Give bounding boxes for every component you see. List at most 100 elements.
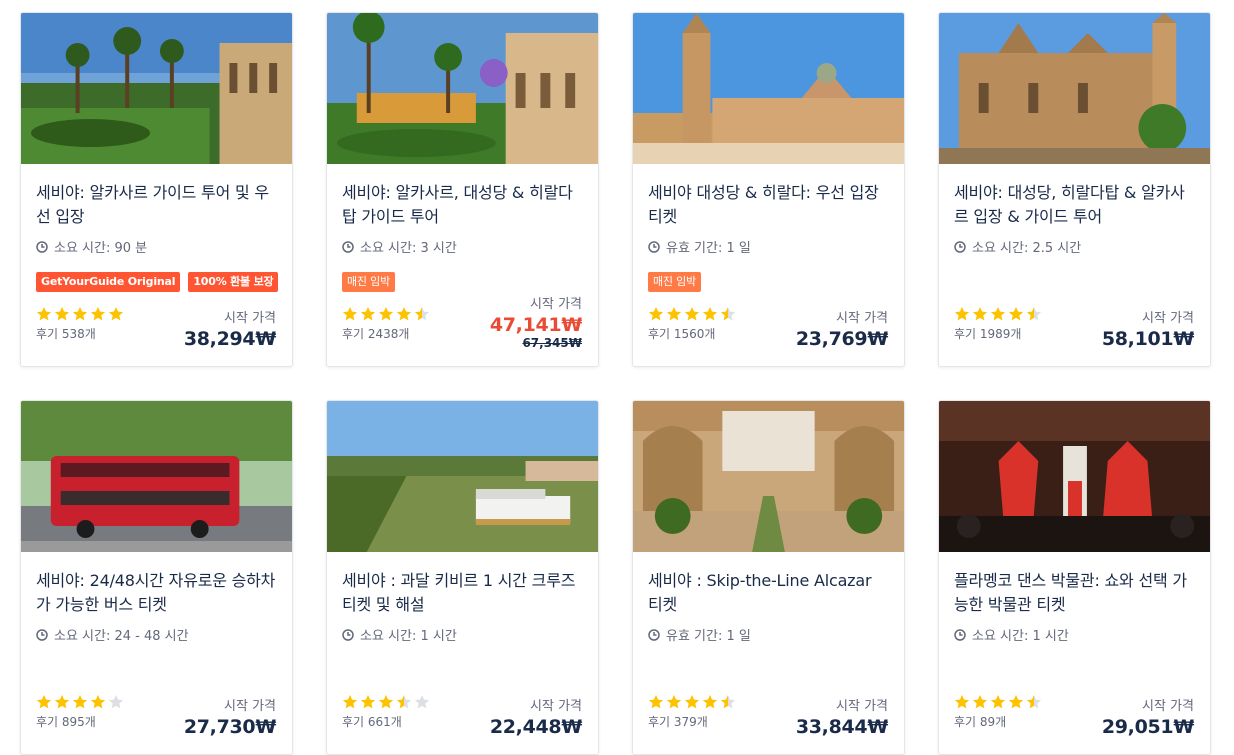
review-count: 후기 538개 bbox=[36, 327, 96, 341]
star-icon bbox=[360, 307, 376, 321]
star-icon bbox=[378, 307, 394, 321]
activity-card[interactable]: 세비야 : 과달 키비르 1 시간 크루즈 티켓 및 해설 소요 시간: 1 시… bbox=[326, 400, 599, 755]
activity-card[interactable]: 플라멩코 댄스 박물관: 쇼와 선택 가능한 박물관 티켓 소요 시간: 1 시… bbox=[938, 400, 1211, 755]
star-icon bbox=[342, 307, 358, 321]
activity-title[interactable]: 플라멩코 댄스 박물관: 쇼와 선택 가능한 박물관 티켓 bbox=[954, 569, 1196, 617]
star-icon bbox=[378, 695, 394, 709]
from-price-label: 시작 가격 bbox=[224, 311, 276, 326]
activity-card[interactable]: 세비야 대성당 & 히랄다: 우선 입장 티켓 유효 기간: 1 일 매진 임박… bbox=[632, 12, 905, 367]
star-rating bbox=[648, 694, 736, 712]
clock-icon bbox=[342, 628, 354, 641]
activity-card[interactable]: 세비야 : Skip-the-Line Alcazar 티켓 유효 기간: 1 … bbox=[632, 400, 905, 755]
activity-photo-alcazar-garden[interactable] bbox=[21, 13, 292, 164]
activity-photo-giralda[interactable] bbox=[633, 13, 904, 164]
price-block: 시작 가격 33,844₩ bbox=[796, 695, 888, 738]
activity-photo-river-cruise[interactable] bbox=[327, 401, 598, 552]
price-block: 시작 가격 23,769₩ bbox=[796, 307, 888, 350]
activity-card[interactable]: 세비야: 24/48시간 자유로운 승하차가 가능한 버스 티켓 소요 시간: … bbox=[20, 400, 293, 755]
validity-text: 유효 기간: 1 일 bbox=[666, 241, 751, 256]
sale-price: 47,141₩ bbox=[489, 314, 582, 336]
star-icon bbox=[1026, 307, 1042, 321]
rating: 후기 895개 bbox=[36, 694, 124, 730]
activity-card[interactable]: 세비야: 대성당, 히랄다탑 & 알카사르 입장 & 가이드 투어 소요 시간:… bbox=[938, 12, 1211, 367]
price: 27,730₩ bbox=[183, 716, 276, 738]
star-icon bbox=[954, 307, 970, 321]
star-icon bbox=[1008, 307, 1024, 321]
rating: 후기 1560개 bbox=[648, 306, 736, 342]
star-icon bbox=[1026, 695, 1042, 709]
from-price-label: 시작 가격 bbox=[1142, 311, 1194, 326]
star-icon bbox=[396, 307, 412, 321]
star-icon bbox=[72, 307, 88, 321]
star-icon bbox=[684, 307, 700, 321]
rating: 후기 1989개 bbox=[954, 306, 1042, 342]
activity-photo-flamenco[interactable] bbox=[939, 401, 1210, 552]
star-icon bbox=[972, 695, 988, 709]
rating: 후기 2438개 bbox=[342, 306, 430, 342]
star-rating bbox=[648, 306, 736, 324]
activity-card[interactable]: 세비야: 알카사르, 대성당 & 히랄다탑 가이드 투어 소요 시간: 3 시간… bbox=[326, 12, 599, 367]
activity-photo-bus[interactable] bbox=[21, 401, 292, 552]
duration: 소요 시간: 3 시간 bbox=[342, 237, 457, 256]
activity-title[interactable]: 세비야: 알카사르 가이드 투어 및 우선 입장 bbox=[36, 181, 278, 229]
star-icon bbox=[702, 695, 718, 709]
duration-text: 소요 시간: 2.5 시간 bbox=[972, 241, 1082, 256]
original-badge: GetYourGuide Original bbox=[36, 272, 181, 292]
star-icon bbox=[702, 307, 718, 321]
duration: 소요 시간: 2.5 시간 bbox=[954, 237, 1081, 256]
star-icon bbox=[414, 307, 430, 321]
price-block: 시작 가격 27,730₩ bbox=[184, 695, 276, 738]
star-icon bbox=[360, 695, 376, 709]
activity-title[interactable]: 세비야: 24/48시간 자유로운 승하차가 가능한 버스 티켓 bbox=[36, 569, 278, 617]
star-icon bbox=[342, 695, 358, 709]
rating: 후기 538개 bbox=[36, 306, 124, 342]
duration-text: 소요 시간: 24 - 48 시간 bbox=[54, 629, 189, 644]
activity-title[interactable]: 세비야 : Skip-the-Line Alcazar 티켓 bbox=[648, 569, 890, 617]
activity-card[interactable]: 세비야: 알카사르 가이드 투어 및 우선 입장 소요 시간: 90 분 Get… bbox=[20, 12, 293, 367]
star-icon bbox=[720, 695, 736, 709]
from-price-label: 시작 가격 bbox=[224, 699, 276, 714]
star-icon bbox=[684, 695, 700, 709]
review-count: 후기 379개 bbox=[648, 715, 708, 729]
clock-icon bbox=[36, 240, 48, 253]
duration-text: 소요 시간: 3 시간 bbox=[360, 241, 457, 256]
star-rating bbox=[342, 306, 430, 324]
price: 23,769₩ bbox=[795, 328, 888, 350]
validity-text: 유효 기간: 1 일 bbox=[666, 629, 751, 644]
star-icon bbox=[990, 695, 1006, 709]
clock-icon bbox=[954, 240, 966, 253]
from-price-label: 시작 가격 bbox=[1142, 699, 1194, 714]
duration: 소요 시간: 1 시간 bbox=[342, 625, 457, 644]
price-block: 시작 가격 22,448₩ bbox=[490, 695, 582, 738]
activity-photo-cathedral[interactable] bbox=[939, 13, 1210, 164]
activity-title[interactable]: 세비야: 알카사르, 대성당 & 히랄다탑 가이드 투어 bbox=[342, 181, 584, 229]
clock-icon bbox=[648, 240, 660, 253]
star-icon bbox=[720, 307, 736, 321]
validity: 유효 기간: 1 일 bbox=[648, 237, 751, 256]
star-icon bbox=[648, 695, 664, 709]
clock-icon bbox=[36, 628, 48, 641]
activity-title[interactable]: 세비야 대성당 & 히랄다: 우선 입장 티켓 bbox=[648, 181, 890, 229]
review-count: 후기 2438개 bbox=[342, 327, 410, 341]
star-icon bbox=[414, 695, 430, 709]
duration: 소요 시간: 90 분 bbox=[36, 237, 147, 256]
star-icon bbox=[648, 307, 664, 321]
review-count: 후기 1989개 bbox=[954, 327, 1022, 341]
star-icon bbox=[108, 695, 124, 709]
activity-title[interactable]: 세비야 : 과달 키비르 1 시간 크루즈 티켓 및 해설 bbox=[342, 569, 584, 617]
badge-group: GetYourGuide Original 100% 환불 보장 bbox=[36, 272, 279, 292]
duration-text: 소요 시간: 90 분 bbox=[54, 241, 148, 256]
likely-sell-out-badge: 매진 임박 bbox=[342, 272, 395, 292]
star-icon bbox=[990, 307, 1006, 321]
price: 33,844₩ bbox=[795, 716, 888, 738]
star-rating bbox=[36, 306, 124, 324]
activity-photo-alcazar-palms[interactable] bbox=[327, 13, 598, 164]
star-icon bbox=[666, 307, 682, 321]
price-block: 시작 가격 38,294₩ bbox=[184, 307, 276, 350]
activity-title[interactable]: 세비야: 대성당, 히랄다탑 & 알카사르 입장 & 가이드 투어 bbox=[954, 181, 1196, 229]
star-icon bbox=[1008, 695, 1024, 709]
review-count: 후기 1560개 bbox=[648, 327, 716, 341]
star-icon bbox=[54, 695, 70, 709]
star-icon bbox=[954, 695, 970, 709]
activity-photo-courtyard[interactable] bbox=[633, 401, 904, 552]
